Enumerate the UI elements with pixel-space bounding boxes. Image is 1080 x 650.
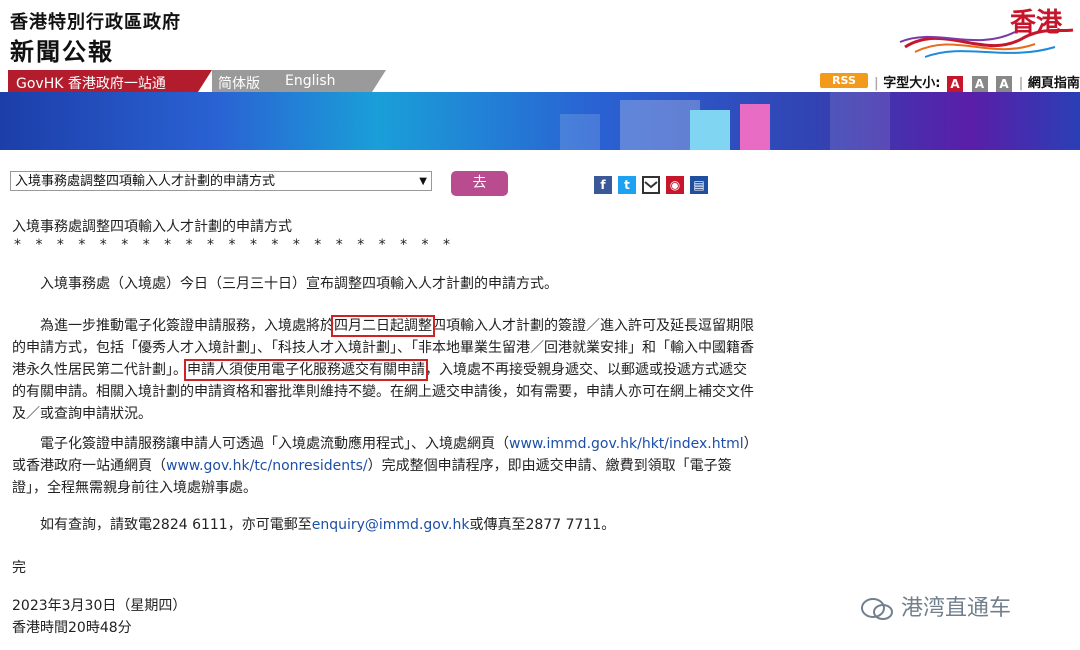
go-button[interactable]: 去 bbox=[451, 171, 508, 196]
chevron-down-icon: ▼ bbox=[419, 176, 427, 187]
english-link[interactable]: English bbox=[285, 73, 336, 89]
page-tools: | 字型大小: A A A | 網頁指南 bbox=[874, 75, 1080, 92]
govhk-website-link[interactable]: www.gov.hk/tc/nonresidents/ bbox=[166, 458, 368, 474]
font-size-label: 字型大小: bbox=[883, 76, 941, 91]
pin-icon[interactable]: ◉ bbox=[666, 176, 684, 194]
wechat-icon bbox=[861, 598, 893, 620]
twitter-icon[interactable]: t bbox=[618, 176, 636, 194]
article-paragraph-4: 如有查詢，請致電2824 6111，亦可電郵至enquiry@immd.gov.… bbox=[40, 517, 616, 533]
print-icon[interactable]: ▤ bbox=[690, 176, 708, 194]
font-large-button[interactable]: A bbox=[996, 75, 1013, 92]
enquiry-email-link[interactable]: enquiry@immd.gov.hk bbox=[312, 517, 470, 533]
article-title: 入境事務處調整四項輸入人才計劃的申請方式 bbox=[12, 219, 292, 235]
article-end-mark: 完 bbox=[12, 560, 26, 576]
watermark-text: 港湾直通车 bbox=[901, 596, 1012, 621]
font-small-button[interactable]: A bbox=[947, 75, 964, 92]
immd-website-link[interactable]: www.immd.gov.hk/hkt/index.html bbox=[509, 436, 744, 452]
facebook-icon[interactable]: f bbox=[594, 176, 612, 194]
article-paragraph-1: 入境事務處（入境處）今日（三月三十日）宣布調整四項輸入人才計劃的申請方式。 bbox=[40, 276, 558, 292]
govhk-link[interactable]: GovHK 香港政府一站通 bbox=[16, 73, 166, 93]
rss-button[interactable]: RSS bbox=[820, 73, 868, 88]
article-datetime: 2023年3月30日（星期四） 香港時間20時48分 bbox=[12, 595, 186, 639]
font-medium-button[interactable]: A bbox=[971, 75, 988, 92]
press-release-select[interactable]: 入境事務處調整四項輸入人才計劃的申請方式 ▼ bbox=[10, 171, 432, 191]
site-title-line2[interactable]: 新聞公報 bbox=[10, 32, 114, 67]
article-time: 香港時間20時48分 bbox=[12, 620, 132, 636]
header-banner bbox=[0, 92, 1080, 150]
article-paragraph-2: 為進一步推動電子化簽證申請服務，入境處將於四月二日起調整四項輸入人才計劃的簽證／… bbox=[12, 315, 754, 422]
title-separator: * * * * * * * * * * * * * * * * * * * * … bbox=[14, 237, 456, 253]
article-date: 2023年3月30日（星期四） bbox=[12, 598, 187, 614]
header: 香港特別行政區政府 新聞公報 香港 bbox=[0, 0, 1080, 70]
site-guide-link[interactable]: 網頁指南 bbox=[1028, 76, 1080, 91]
watermark: 港湾直通车 bbox=[860, 590, 1011, 622]
select-value: 入境事務處調整四項輸入人才計劃的申請方式 bbox=[15, 174, 276, 189]
site-title-line1: 香港特別行政區政府 bbox=[10, 12, 181, 33]
email-icon[interactable] bbox=[642, 176, 660, 194]
article-paragraph-3: 電子化簽證申請服務讓申請人可透過「入境處流動應用程式」、入境處網頁（www.im… bbox=[12, 436, 751, 496]
highlight-date-box: 四月二日起調整 bbox=[331, 315, 435, 337]
simplified-chinese-link[interactable]: 简体版 bbox=[218, 73, 260, 93]
logo-text: 香港 bbox=[1010, 8, 1063, 38]
top-nav: GovHK 香港政府一站通 简体版 English RSS | 字型大小: A … bbox=[0, 70, 1080, 92]
highlight-electronic-box: 申請人須使用電子化服務遞交有關申請 bbox=[184, 359, 428, 381]
